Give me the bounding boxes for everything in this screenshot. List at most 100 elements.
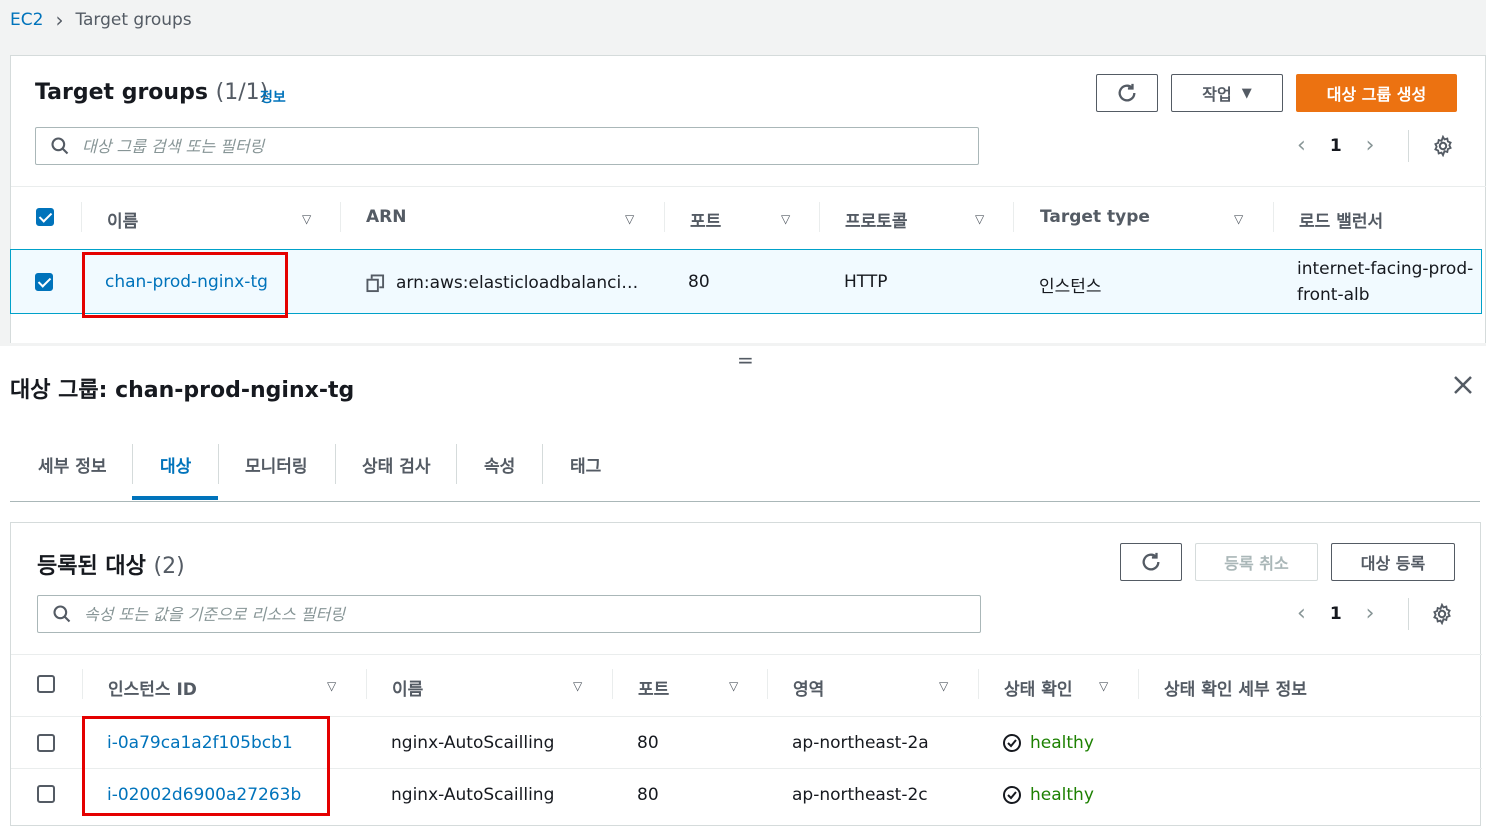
- health-status: healthy: [1002, 733, 1094, 753]
- column-divider: [819, 202, 820, 232]
- column-divider: [612, 669, 613, 699]
- tab-divider: [335, 444, 336, 484]
- column-header-arn[interactable]: ARN: [366, 207, 406, 227]
- sort-icon[interactable]: ▽: [975, 212, 984, 226]
- sort-icon[interactable]: ▽: [781, 212, 790, 226]
- targets-count: (2): [153, 554, 185, 579]
- create-target-group-button[interactable]: 대상 그룹 생성: [1296, 74, 1457, 112]
- sort-icon[interactable]: ▽: [625, 212, 634, 226]
- divider: [11, 186, 1486, 187]
- highlight-box: [82, 252, 288, 318]
- chevron-left-icon[interactable]: ‹: [1297, 601, 1306, 626]
- sort-icon[interactable]: ▽: [729, 679, 738, 693]
- divider: [11, 654, 1482, 655]
- targets-search-input[interactable]: [84, 604, 944, 624]
- sort-icon[interactable]: ▽: [939, 679, 948, 693]
- availability-zone: ap-northeast-2c: [792, 785, 928, 805]
- tab-tags[interactable]: 태그: [570, 452, 601, 477]
- page-number[interactable]: 1: [1330, 136, 1342, 156]
- health-status-text: healthy: [1030, 733, 1094, 753]
- resize-handle-icon[interactable]: =: [737, 348, 754, 372]
- column-divider: [1273, 202, 1274, 232]
- register-targets-button[interactable]: 대상 등록: [1331, 543, 1455, 581]
- target-row-checkbox[interactable]: [37, 734, 55, 752]
- tab-divider: [132, 444, 133, 484]
- column-header-zone[interactable]: 영역: [793, 675, 824, 700]
- search-input[interactable]: [82, 136, 942, 156]
- search-icon: [51, 137, 69, 155]
- column-header-protocol[interactable]: 프로토콜: [845, 207, 908, 232]
- tab-divider: [218, 444, 219, 484]
- column-divider: [1013, 202, 1014, 232]
- column-header-health-details[interactable]: 상태 확인 세부 정보: [1164, 675, 1307, 700]
- column-header-port[interactable]: 포트: [690, 207, 721, 232]
- highlight-box: [82, 716, 330, 816]
- chevron-right-icon[interactable]: ›: [1366, 601, 1375, 626]
- page-title: Target groups (1/1): [35, 80, 268, 105]
- target-row-checkbox[interactable]: [37, 785, 55, 803]
- tab-targets[interactable]: 대상: [160, 452, 191, 477]
- column-header-port[interactable]: 포트: [638, 675, 669, 700]
- column-header-load-balancer[interactable]: 로드 밸런서: [1299, 207, 1383, 232]
- select-all-checkbox[interactable]: [36, 208, 54, 226]
- tab-details[interactable]: 세부 정보: [38, 452, 106, 477]
- target-port: 80: [637, 733, 659, 753]
- targets-pagination: ‹ 1 ›: [1297, 601, 1374, 626]
- sort-icon[interactable]: ▽: [302, 212, 311, 226]
- instance-name: nginx-AutoScailling: [391, 733, 555, 753]
- column-divider: [664, 202, 665, 232]
- close-icon[interactable]: [1452, 374, 1474, 396]
- active-tab-indicator: [132, 496, 218, 500]
- divider: [1408, 598, 1409, 630]
- tab-divider: [456, 444, 457, 484]
- target-groups-title: Target groups: [35, 80, 208, 105]
- refresh-icon: [1118, 83, 1136, 102]
- row-checkbox[interactable]: [35, 273, 53, 291]
- column-header-name[interactable]: 이름: [392, 675, 423, 700]
- chevron-left-icon[interactable]: ‹: [1297, 133, 1306, 158]
- actions-label: 작업: [1202, 85, 1232, 104]
- health-status: healthy: [1002, 785, 1094, 805]
- column-header-target-type[interactable]: Target type: [1040, 207, 1150, 227]
- column-header-instance-id[interactable]: 인스턴스 ID: [108, 675, 197, 700]
- caret-down-icon: ▼: [1241, 85, 1252, 101]
- info-link[interactable]: 정보: [260, 87, 286, 107]
- deregister-button[interactable]: 등록 취소: [1195, 543, 1318, 581]
- availability-zone: ap-northeast-2a: [792, 733, 929, 753]
- pagination: ‹ 1 ›: [1297, 133, 1374, 158]
- arn-value: arn:aws:elasticloadbalanci…: [396, 273, 639, 293]
- actions-button[interactable]: 작업 ▼: [1171, 74, 1283, 112]
- targets-search[interactable]: [37, 595, 981, 633]
- target-group-search[interactable]: [35, 127, 979, 165]
- refresh-targets-button[interactable]: [1120, 543, 1182, 581]
- sort-icon[interactable]: ▽: [1099, 679, 1108, 693]
- divider: [1408, 130, 1409, 162]
- tab-health-checks[interactable]: 상태 검사: [362, 452, 430, 477]
- sort-icon[interactable]: ▽: [327, 679, 336, 693]
- tab-monitoring[interactable]: 모니터링: [245, 452, 308, 477]
- sort-icon[interactable]: ▽: [1234, 212, 1243, 226]
- gear-icon[interactable]: [1431, 603, 1453, 625]
- column-divider: [978, 669, 979, 699]
- breadcrumb-ec2-link[interactable]: EC2: [10, 10, 43, 30]
- column-divider: [82, 669, 83, 699]
- chevron-right-icon: ›: [55, 8, 64, 32]
- load-balancer-link-line1[interactable]: internet-facing-prod-: [1297, 259, 1473, 279]
- target-type-value: 인스턴스: [1039, 277, 1102, 297]
- column-header-name[interactable]: 이름: [107, 207, 138, 232]
- tab-attributes[interactable]: 속성: [484, 452, 515, 477]
- column-header-health-status[interactable]: 상태 확인: [1004, 675, 1072, 700]
- refresh-button[interactable]: [1096, 74, 1158, 112]
- load-balancer-link-line2[interactable]: front-alb: [1297, 285, 1370, 305]
- targets-page-number[interactable]: 1: [1330, 604, 1342, 624]
- search-icon: [53, 605, 71, 623]
- chevron-right-icon[interactable]: ›: [1366, 133, 1375, 158]
- column-divider: [81, 202, 82, 232]
- detail-panel-title: 대상 그룹: chan-prod-nginx-tg: [10, 378, 355, 403]
- sort-icon[interactable]: ▽: [573, 679, 582, 693]
- gear-icon[interactable]: [1432, 135, 1454, 157]
- breadcrumb-current: Target groups: [75, 10, 192, 30]
- refresh-icon: [1142, 552, 1160, 571]
- copy-icon[interactable]: [366, 274, 385, 293]
- select-all-targets-checkbox[interactable]: [37, 675, 55, 693]
